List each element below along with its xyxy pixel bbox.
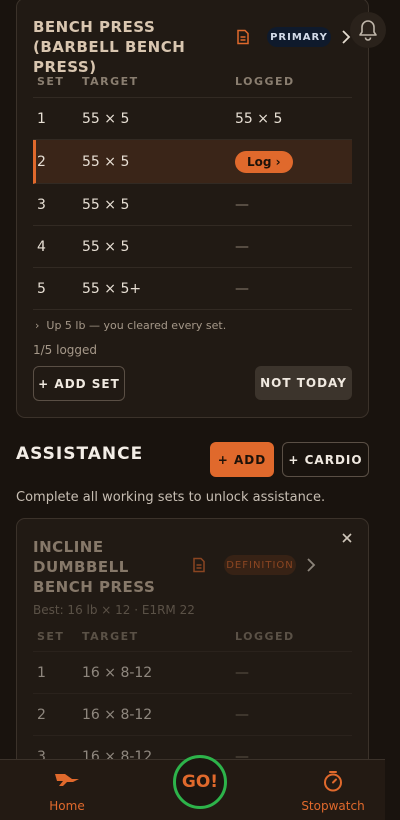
chevron-right-icon[interactable] bbox=[306, 558, 316, 572]
not-today-button[interactable]: NOT TODAY bbox=[255, 366, 352, 400]
hint-chevron-icon: › bbox=[35, 319, 47, 332]
set-target: 55 × 5 bbox=[82, 110, 130, 127]
nav-home-label: Home bbox=[49, 799, 85, 813]
set-target: 16 × 8-12 bbox=[82, 664, 153, 681]
column-header-set: SET bbox=[37, 630, 65, 643]
nav-stopwatch[interactable]: Stopwatch bbox=[296, 760, 370, 820]
best-record: Best: 16 lb × 12 · E1RM 22 bbox=[33, 603, 195, 617]
set-target: 55 × 5 bbox=[82, 238, 130, 255]
set-number: 3 bbox=[37, 196, 46, 213]
set-logged: — bbox=[235, 706, 249, 723]
column-header-logged: LOGGED bbox=[235, 75, 295, 88]
notifications-button[interactable] bbox=[350, 12, 386, 48]
progression-hint: › Up 5 lb — you cleared every set. bbox=[35, 319, 226, 332]
set-logged: — bbox=[235, 238, 249, 255]
column-header-target: TARGET bbox=[82, 75, 139, 88]
set-logged: — bbox=[235, 280, 249, 297]
primary-badge: PRIMARY bbox=[267, 27, 331, 47]
column-header-logged: LOGGED bbox=[235, 630, 295, 643]
table-row[interactable]: 4 55 × 5 — bbox=[33, 226, 352, 268]
set-target: 16 × 8-12 bbox=[82, 706, 153, 723]
exercise-title[interactable]: BENCH PRESS (BARBELL BENCH PRESS) bbox=[33, 17, 223, 77]
add-set-button[interactable]: + ADD SET bbox=[33, 366, 125, 401]
set-number: 1 bbox=[37, 664, 46, 681]
table-row[interactable]: 3 55 × 5 — bbox=[33, 184, 352, 226]
assistance-heading: ASSISTANCE bbox=[16, 444, 144, 464]
set-target: 55 × 5+ bbox=[82, 280, 142, 297]
column-header-set: SET bbox=[37, 75, 65, 88]
logged-progress: 1/5 logged bbox=[33, 343, 98, 357]
add-cardio-button[interactable]: + CARDIO bbox=[282, 442, 369, 477]
table-row[interactable]: 1 55 × 5 55 × 5 bbox=[33, 98, 352, 140]
set-target: 55 × 5 bbox=[82, 153, 130, 170]
table-row[interactable]: 5 55 × 5+ — bbox=[33, 268, 352, 310]
assistance-lock-message: Complete all working sets to unlock assi… bbox=[16, 490, 326, 505]
set-number: 5 bbox=[37, 280, 46, 297]
home-icon bbox=[55, 774, 79, 786]
set-target: 55 × 5 bbox=[82, 196, 130, 213]
notes-icon[interactable] bbox=[191, 557, 207, 573]
set-number: 2 bbox=[37, 153, 46, 170]
nav-home[interactable]: Home bbox=[35, 760, 99, 820]
set-logged: — bbox=[235, 664, 249, 681]
definition-badge: DEFINITION bbox=[224, 555, 296, 575]
table-row-active[interactable]: 2 55 × 5 Log › bbox=[33, 140, 352, 184]
bell-icon bbox=[359, 20, 377, 41]
primary-exercise-card: BENCH PRESS (BARBELL BENCH PRESS) PRIMAR… bbox=[16, 0, 369, 418]
set-number: 2 bbox=[37, 706, 46, 723]
set-number: 1 bbox=[37, 110, 46, 127]
set-logged: 55 × 5 bbox=[235, 110, 283, 127]
table-row[interactable]: 1 16 × 8-12 — bbox=[33, 652, 352, 694]
stopwatch-icon bbox=[324, 771, 342, 792]
nav-stopwatch-label: Stopwatch bbox=[301, 799, 365, 813]
hint-text: Up 5 lb — you cleared every set. bbox=[46, 319, 227, 332]
column-header-target: TARGET bbox=[82, 630, 139, 643]
table-row[interactable]: 2 16 × 8-12 — bbox=[33, 694, 352, 736]
add-assistance-button[interactable]: + ADD bbox=[210, 442, 274, 477]
assistance-exercise-title[interactable]: INCLINE DUMBBELL BENCH PRESS bbox=[33, 537, 183, 597]
log-set-button[interactable]: Log › bbox=[235, 150, 293, 173]
go-button[interactable]: GO! bbox=[173, 755, 227, 809]
set-number: 4 bbox=[37, 238, 46, 255]
close-icon[interactable] bbox=[340, 531, 354, 545]
set-logged: — bbox=[235, 196, 249, 213]
notes-icon[interactable] bbox=[235, 29, 251, 45]
